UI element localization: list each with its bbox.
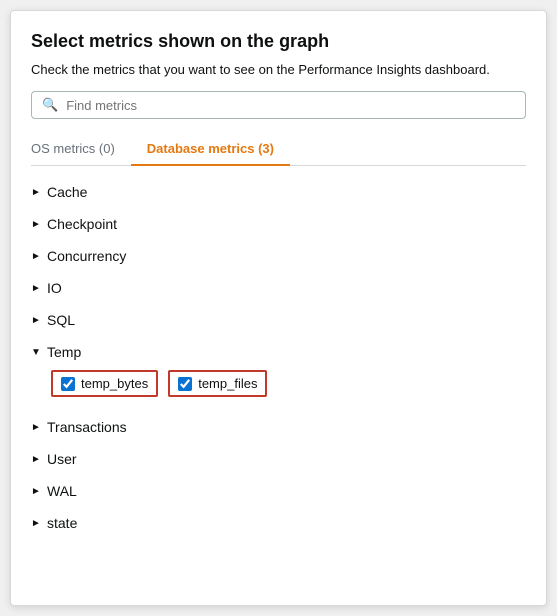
group-sql: ► SQL [31,304,526,336]
group-temp-items: temp_bytes temp_files [31,362,526,405]
tabs-container: OS metrics (0) Database metrics (3) [31,133,526,166]
group-state-arrow: ► [31,518,47,529]
group-transactions-label: Transactions [47,419,127,435]
group-transactions-header[interactable]: ► Transactions [31,417,526,437]
group-wal: ► WAL [31,475,526,507]
group-concurrency: ► Concurrency [31,240,526,272]
group-checkpoint-label: Checkpoint [47,216,117,232]
group-user: ► User [31,443,526,475]
group-transactions-arrow: ► [31,422,47,433]
group-sql-arrow: ► [31,315,47,326]
group-temp-header[interactable]: ▼ Temp [31,342,526,362]
group-wal-label: WAL [47,483,77,499]
group-user-header[interactable]: ► User [31,449,526,469]
modal-description: Check the metrics that you want to see o… [31,62,526,77]
group-io: ► IO [31,272,526,304]
group-state: ► state [31,507,526,539]
group-state-header[interactable]: ► state [31,513,526,533]
group-state-label: state [47,515,77,531]
group-cache: ► Cache [31,176,526,208]
select-metrics-modal: Select metrics shown on the graph Check … [10,10,547,606]
group-checkpoint: ► Checkpoint [31,208,526,240]
search-box: 🔍 [31,91,526,119]
search-icon: 🔍 [42,97,58,113]
temp-bytes-checkbox[interactable] [61,377,75,391]
metric-item-temp-bytes: temp_bytes [51,370,158,397]
group-io-arrow: ► [31,283,47,294]
temp-bytes-wrapper: temp_bytes [51,370,158,397]
group-concurrency-arrow: ► [31,251,47,262]
group-cache-label: Cache [47,184,87,200]
metrics-list: ► Cache ► Checkpoint ► Concurrency ► IO [31,176,526,539]
group-cache-arrow: ► [31,187,47,198]
group-temp-arrow: ▼ [31,347,47,358]
temp-bytes-label: temp_bytes [81,376,148,391]
group-sql-label: SQL [47,312,75,328]
group-sql-header[interactable]: ► SQL [31,310,526,330]
group-checkpoint-arrow: ► [31,219,47,230]
group-io-header[interactable]: ► IO [31,278,526,298]
group-temp-label: Temp [47,344,81,360]
group-temp: ▼ Temp temp_bytes temp_files [31,336,526,411]
tab-database-metrics[interactable]: Database metrics (3) [131,133,290,166]
temp-files-wrapper: temp_files [168,370,267,397]
group-cache-header[interactable]: ► Cache [31,182,526,202]
group-user-arrow: ► [31,454,47,465]
temp-files-checkbox[interactable] [178,377,192,391]
tab-os-metrics[interactable]: OS metrics (0) [31,133,131,166]
group-io-label: IO [47,280,62,296]
search-input[interactable] [66,98,515,113]
group-concurrency-label: Concurrency [47,248,126,264]
group-checkpoint-header[interactable]: ► Checkpoint [31,214,526,234]
group-transactions: ► Transactions [31,411,526,443]
metric-item-temp-files: temp_files [168,370,267,397]
temp-files-label: temp_files [198,376,257,391]
modal-title: Select metrics shown on the graph [31,31,526,52]
group-user-label: User [47,451,77,467]
group-concurrency-header[interactable]: ► Concurrency [31,246,526,266]
group-wal-header[interactable]: ► WAL [31,481,526,501]
group-wal-arrow: ► [31,486,47,497]
